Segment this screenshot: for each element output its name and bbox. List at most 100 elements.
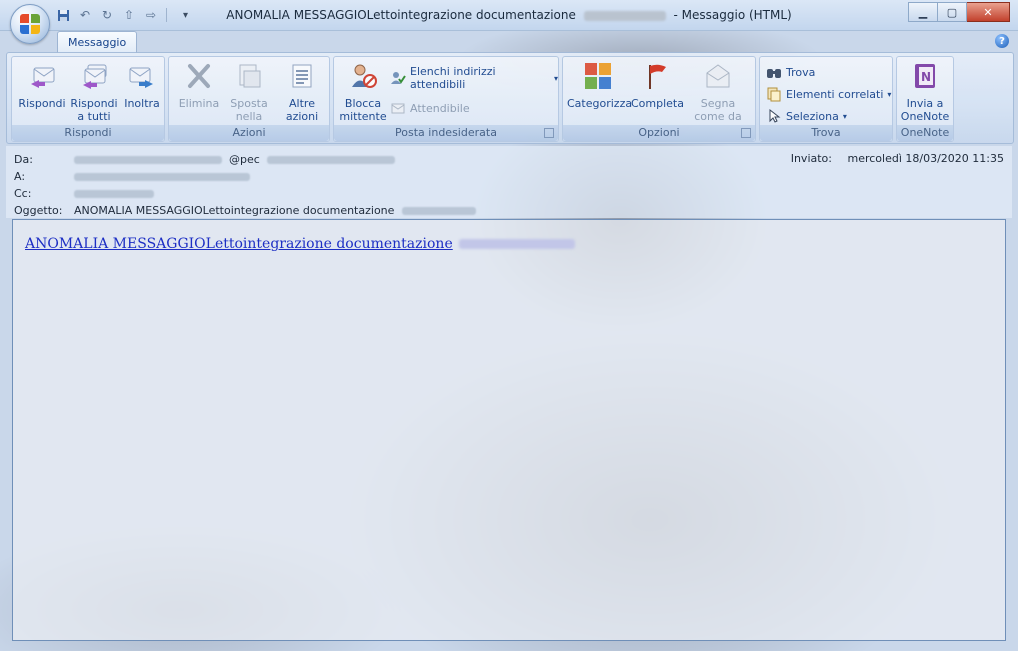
move-folder-icon bbox=[239, 64, 261, 88]
redacted-link-suffix bbox=[458, 239, 575, 249]
elimina-label: Elimina bbox=[178, 97, 220, 110]
subject-value: ANOMALIA MESSAGGIOLettointegrazione docu… bbox=[73, 204, 395, 217]
from-value: @pec bbox=[229, 153, 260, 166]
redacted-subject-suffix bbox=[401, 207, 476, 215]
redacted-title-text bbox=[583, 10, 666, 21]
sent-info: Inviato: mercoledì 18/03/2020 11:35 bbox=[791, 152, 1004, 165]
sent-label: Inviato: bbox=[790, 152, 832, 165]
office-logo-icon bbox=[20, 14, 40, 34]
to-row: A: bbox=[14, 170, 250, 183]
dialog-launcher-icon[interactable] bbox=[544, 128, 554, 138]
reply-all-icon bbox=[83, 64, 107, 89]
ribbon: Rispondi Rispondi a tutti Inoltra Rispon… bbox=[6, 52, 1014, 144]
invia-a-onenote-label: Invia a OneNote bbox=[900, 97, 950, 123]
inoltra-label: Inoltra bbox=[124, 97, 160, 110]
group-posta-indesiderata: Blocca mittente Elenchi indirizzi attend… bbox=[333, 56, 559, 142]
elenchi-indirizzi-attendibili-button[interactable]: Elenchi indirizzi attendibili ▾ bbox=[390, 65, 558, 91]
sent-value: mercoledì 18/03/2020 11:35 bbox=[847, 152, 1005, 165]
more-actions-icon bbox=[292, 64, 312, 88]
block-sender-icon bbox=[352, 64, 377, 88]
group-opzioni-label: Opzioni bbox=[563, 125, 755, 141]
delete-icon bbox=[188, 64, 210, 88]
blocca-mittente-button[interactable]: Blocca mittente bbox=[338, 61, 388, 123]
help-icon[interactable]: ? bbox=[995, 34, 1009, 48]
altre-azioni-button[interactable]: Altre azioni bbox=[279, 61, 325, 123]
onenote-icon: N bbox=[915, 64, 935, 88]
altre-azioni-label: Altre azioni bbox=[285, 97, 319, 123]
completa-button[interactable]: Completa bbox=[631, 61, 684, 123]
blocca-mittente-label: Blocca mittente bbox=[339, 97, 387, 123]
from-row: Da: @pec bbox=[14, 153, 396, 166]
group-azioni-label: Azioni bbox=[169, 125, 329, 141]
subject-row: Oggetto: ANOMALIA MESSAGGIOLettointegraz… bbox=[14, 204, 476, 217]
categorize-icon bbox=[585, 63, 611, 89]
title-bar: ↶ ↻ ⇧ ⇨ ▾ ANOMALIA MESSAGGIOLettointegra… bbox=[0, 0, 1018, 31]
dropdown-arrow-icon: ▾ bbox=[842, 111, 847, 121]
sposta-nella-cartella-button[interactable]: Sposta nella cartella bbox=[217, 61, 281, 136]
attendibile-button[interactable]: Attendibile bbox=[390, 99, 470, 117]
not-junk-icon bbox=[391, 103, 405, 114]
binoculars-icon bbox=[767, 69, 781, 78]
group-opzioni: Categorizza Completa Segna come da legge… bbox=[562, 56, 756, 142]
group-posta-indesiderata-label: Posta indesiderata bbox=[334, 125, 558, 141]
rispondi-button[interactable]: Rispondi bbox=[16, 61, 68, 123]
group-trova: Trova Elementi correlati ▾ Seleziona ▾ T… bbox=[759, 56, 893, 142]
categorizza-label: Categorizza bbox=[567, 97, 633, 110]
dropdown-arrow-icon: ▾ bbox=[553, 73, 558, 83]
svg-text:N: N bbox=[921, 70, 931, 84]
mark-unread-icon bbox=[706, 64, 730, 88]
redacted-cc bbox=[73, 190, 154, 198]
elementi-correlati-button[interactable]: Elementi correlati ▾ bbox=[766, 85, 891, 103]
categorizza-button[interactable]: Categorizza bbox=[567, 61, 633, 123]
invia-a-onenote-button[interactable]: N Invia a OneNote bbox=[899, 61, 951, 123]
rispondi-a-tutti-button[interactable]: Rispondi a tutti bbox=[66, 61, 122, 123]
redacted-sender-name bbox=[73, 156, 222, 164]
trova-button[interactable]: Trova bbox=[766, 63, 815, 81]
ribbon-tab-row: Messaggio ? bbox=[0, 30, 1018, 53]
to-label: A: bbox=[14, 170, 26, 183]
completa-label: Completa bbox=[631, 97, 684, 110]
group-azioni: Elimina Sposta nella cartella Altre azio… bbox=[168, 56, 330, 142]
redacted-sender-domain bbox=[267, 156, 396, 164]
group-trova-label: Trova bbox=[760, 125, 892, 141]
group-rispondi: Rispondi Rispondi a tutti Inoltra Rispon… bbox=[11, 56, 165, 142]
from-label: Da: bbox=[14, 153, 33, 166]
group-rispondi-label: Rispondi bbox=[12, 125, 164, 141]
message-header: Da: @pec A: Cc: Oggetto: ANOMALIA MESSAG… bbox=[6, 146, 1012, 218]
window-title-text: ANOMALIA MESSAGGIOLettointegrazione docu… bbox=[226, 8, 576, 22]
close-button[interactable]: ✕ bbox=[967, 2, 1010, 22]
cursor-icon bbox=[769, 108, 781, 123]
message-body: ANOMALIA MESSAGGIOLettointegrazione docu… bbox=[12, 219, 1006, 641]
message-link[interactable]: ANOMALIA MESSAGGIOLettointegrazione docu… bbox=[25, 236, 575, 252]
elementi-correlati-label: Elementi correlati bbox=[786, 87, 884, 101]
trova-label: Trova bbox=[786, 65, 816, 79]
maximize-button[interactable]: ▢ bbox=[938, 2, 967, 22]
dialog-launcher-icon[interactable] bbox=[741, 128, 751, 138]
group-onenote-label: OneNote bbox=[897, 125, 953, 141]
inoltra-button[interactable]: Inoltra bbox=[116, 61, 168, 123]
window-controls: ▁ ▢ ✕ bbox=[908, 2, 1010, 22]
minimize-button[interactable]: ▁ bbox=[908, 2, 938, 22]
subject-label: Oggetto: bbox=[14, 204, 63, 217]
message-link-text: ANOMALIA MESSAGGIOLettointegrazione docu… bbox=[25, 236, 453, 252]
dropdown-arrow-icon: ▾ bbox=[887, 89, 892, 99]
window-title-suffix: - Messaggio (HTML) bbox=[673, 8, 792, 22]
reply-icon bbox=[31, 67, 55, 88]
follow-up-flag-icon bbox=[649, 64, 666, 89]
safe-lists-icon bbox=[391, 72, 406, 84]
seleziona-button[interactable]: Seleziona ▾ bbox=[766, 107, 847, 125]
office-button[interactable] bbox=[10, 4, 50, 44]
attendibile-label: Attendibile bbox=[410, 101, 470, 115]
tab-messaggio[interactable]: Messaggio bbox=[57, 31, 138, 53]
redacted-recipient bbox=[73, 173, 250, 181]
elenchi-indirizzi-attendibili-label: Elenchi indirizzi attendibili bbox=[410, 65, 496, 91]
forward-icon bbox=[129, 67, 153, 88]
cc-row: Cc: bbox=[14, 187, 154, 200]
cc-label: Cc: bbox=[14, 187, 32, 200]
rispondi-label: Rispondi bbox=[18, 97, 66, 110]
seleziona-label: Seleziona bbox=[786, 109, 839, 123]
segna-come-da-leggere-button[interactable]: Segna come da leggere bbox=[685, 61, 751, 136]
window-title: ANOMALIA MESSAGGIOLettointegrazione docu… bbox=[0, 8, 1018, 22]
rispondi-a-tutti-label: Rispondi a tutti bbox=[70, 97, 118, 123]
related-items-icon bbox=[767, 87, 781, 102]
